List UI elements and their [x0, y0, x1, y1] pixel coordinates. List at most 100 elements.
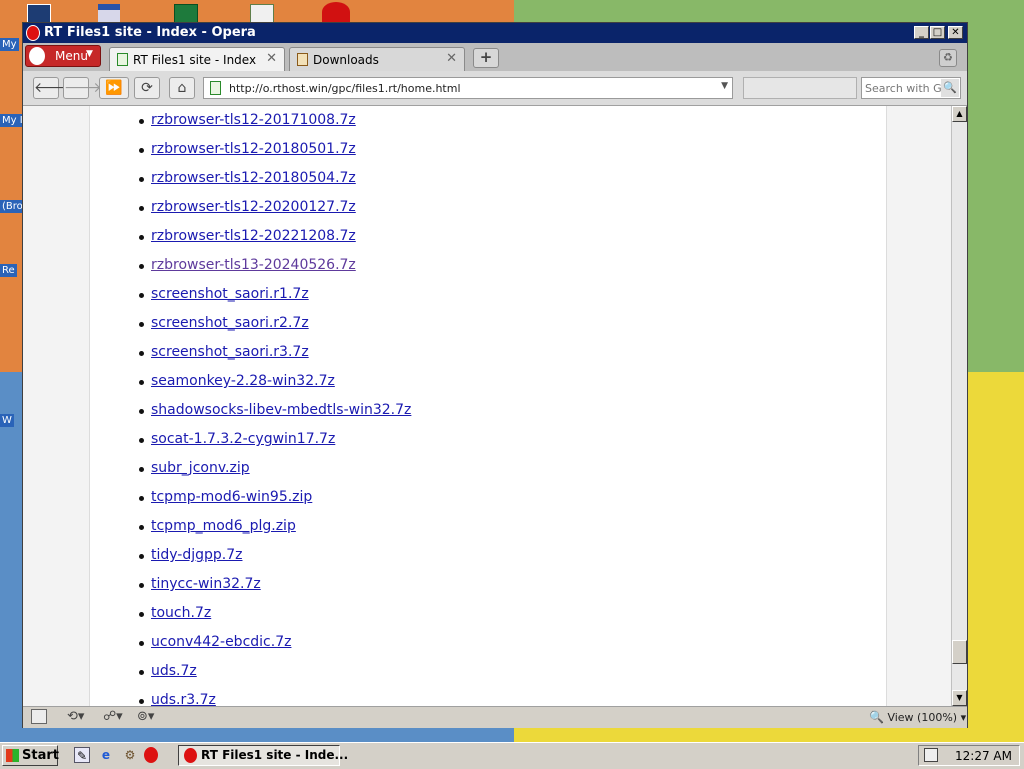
- page-content: rzbrowser-tls12-20171008.7z rzbrowser-tls…: [23, 106, 951, 706]
- start-label: Start: [22, 748, 59, 763]
- trash-icon[interactable]: ♻: [939, 49, 957, 67]
- page-body: rzbrowser-tls12-20171008.7z rzbrowser-tls…: [89, 106, 887, 706]
- address-field[interactable]: http://o.rthost.win/gpc/files1.rt/home.h…: [203, 77, 733, 99]
- file-link[interactable]: rzbrowser-tls12-20180504.7z: [151, 170, 356, 186]
- page-icon: [117, 53, 128, 66]
- file-link[interactable]: tinycc-win32.7z: [151, 576, 261, 592]
- desktop-label[interactable]: My I: [0, 114, 25, 127]
- close-button[interactable]: ✕: [948, 26, 963, 39]
- network-icon[interactable]: ⚙: [122, 747, 138, 763]
- back-button[interactable]: 🡐: [33, 77, 72, 99]
- chevron-down-icon[interactable]: ▼: [721, 81, 728, 91]
- file-link[interactable]: touch.7z: [151, 605, 211, 621]
- file-link[interactable]: tidy-djgpp.7z: [151, 547, 243, 563]
- tab-downloads[interactable]: Downloads ✕: [289, 47, 465, 71]
- internet-explorer-icon[interactable]: e: [98, 747, 114, 763]
- search-icon[interactable]: 🔍: [941, 79, 959, 97]
- bullet-icon: [139, 351, 144, 356]
- bullet-icon: [139, 119, 144, 124]
- url-text: http://o.rthost.win/gpc/files1.rt/home.h…: [229, 82, 461, 95]
- file-link[interactable]: tcpmp_mod6_plg.zip: [151, 518, 296, 534]
- bullet-icon: [139, 264, 144, 269]
- turbo-icon[interactable]: ☍▾: [103, 709, 123, 724]
- page-icon: [210, 81, 221, 95]
- close-tab-icon[interactable]: ✕: [446, 51, 457, 66]
- file-link[interactable]: screenshot_saori.r1.7z: [151, 286, 309, 302]
- file-link[interactable]: screenshot_saori.r3.7z: [151, 344, 309, 360]
- bullet-icon: [139, 148, 144, 153]
- opera-icon[interactable]: [144, 747, 158, 763]
- title-bar[interactable]: RT Files1 site - Index - Opera _ □ ✕: [23, 23, 967, 43]
- tab-label: RT Files1 site - Index: [133, 53, 257, 67]
- bullet-icon: [139, 380, 144, 385]
- menu-label: Menu: [55, 49, 88, 63]
- file-link[interactable]: uds.r3.7z: [151, 692, 216, 706]
- file-link[interactable]: uconv442-ebcdic.7z: [151, 634, 291, 650]
- file-link[interactable]: subr_jconv.zip: [151, 460, 250, 476]
- desktop-label[interactable]: Re: [0, 264, 17, 277]
- desktop-label[interactable]: W: [0, 414, 14, 427]
- scroll-thumb[interactable]: [952, 640, 967, 664]
- bullet-icon: [139, 177, 144, 182]
- forward-button[interactable]: 🡒: [63, 77, 102, 99]
- file-link[interactable]: rzbrowser-tls12-20180501.7z: [151, 141, 356, 157]
- desktop-icon-opera[interactable]: [322, 2, 350, 22]
- tab-rt-files1[interactable]: RT Files1 site - Index ✕: [109, 47, 285, 71]
- desktop-icon-mail[interactable]: [98, 4, 120, 22]
- file-link[interactable]: rzbrowser-tls12-20221208.7z: [151, 228, 356, 244]
- bullet-icon: [139, 699, 144, 704]
- search-input[interactable]: Search with Google 🔍: [861, 77, 961, 99]
- bullet-icon: [139, 554, 144, 559]
- taskbar-item-label: RT Files1 site - Inde...: [201, 748, 349, 762]
- panel-toggle-icon[interactable]: [31, 709, 47, 724]
- file-link[interactable]: tcpmp-mod6-win95.zip: [151, 489, 312, 505]
- scroll-up-arrow[interactable]: ▲: [952, 106, 967, 122]
- taskbar-item-opera[interactable]: RT Files1 site - Inde...: [178, 745, 348, 766]
- new-tab-button[interactable]: +: [473, 48, 499, 68]
- settings-icon[interactable]: ⊚▾: [137, 709, 154, 724]
- maximize-button[interactable]: □: [930, 26, 945, 39]
- system-tray: 12:27 AM: [918, 745, 1020, 766]
- bullet-icon: [139, 583, 144, 588]
- sync-icon[interactable]: ⟲▾: [67, 709, 84, 724]
- start-button[interactable]: Start: [2, 745, 59, 766]
- bullet-icon: [139, 409, 144, 414]
- browser-window: RT Files1 site - Index - Opera _ □ ✕ Men…: [22, 22, 968, 728]
- scroll-down-arrow[interactable]: ▼: [952, 690, 967, 706]
- bullet-icon: [139, 641, 144, 646]
- file-link[interactable]: rzbrowser-tls13-20240526.7z: [151, 257, 356, 273]
- download-icon: [297, 53, 308, 66]
- reload-button[interactable]: ⟳: [134, 77, 160, 99]
- tray-icon[interactable]: [924, 748, 938, 762]
- opera-menu-button[interactable]: Menu ▼: [25, 45, 101, 67]
- home-button[interactable]: ⌂: [169, 77, 195, 99]
- zoom-icon: 🔍: [869, 710, 884, 724]
- bullet-icon: [139, 206, 144, 211]
- bullet-icon: [139, 293, 144, 298]
- zoom-label: View (100%): [887, 711, 958, 724]
- window-title: RT Files1 site - Index - Opera: [44, 25, 256, 40]
- close-tab-icon[interactable]: ✕: [266, 51, 277, 66]
- file-link[interactable]: rzbrowser-tls12-20200127.7z: [151, 199, 356, 215]
- desktop-label[interactable]: My: [0, 38, 19, 51]
- file-link[interactable]: uds.7z: [151, 663, 197, 679]
- file-link[interactable]: screenshot_saori.r2.7z: [151, 315, 309, 331]
- file-link[interactable]: socat-1.7.3.2-cygwin17.7z: [151, 431, 335, 447]
- opera-logo-icon: [26, 25, 40, 41]
- fast-forward-button[interactable]: ⏩: [99, 77, 129, 99]
- navigation-bar: 🡐 🡒 ⏩ ⟳ ⌂ http://o.rthost.win/gpc/files1…: [23, 71, 967, 106]
- tab-label: Downloads: [313, 53, 379, 67]
- page-progress-area: [743, 77, 857, 99]
- bullet-icon: [139, 322, 144, 327]
- taskbar: Start ✎ e ⚙ RT Files1 site - Inde... 12:…: [0, 742, 1024, 769]
- minimize-button[interactable]: _: [914, 26, 929, 39]
- file-link[interactable]: seamonkey-2.28-win32.7z: [151, 373, 335, 389]
- show-desktop-icon[interactable]: ✎: [74, 747, 90, 763]
- status-bar: ⟲▾ ☍▾ ⊚▾ 🔍 View (100%) ▾: [23, 706, 967, 728]
- windows-logo-icon: [6, 749, 19, 762]
- zoom-control[interactable]: 🔍 View (100%) ▾: [869, 710, 966, 724]
- file-link[interactable]: shadowsocks-libev-mbedtls-win32.7z: [151, 402, 411, 418]
- vertical-scrollbar[interactable]: ▲ ▼: [951, 106, 967, 706]
- file-link[interactable]: rzbrowser-tls12-20171008.7z: [151, 112, 356, 128]
- bullet-icon: [139, 612, 144, 617]
